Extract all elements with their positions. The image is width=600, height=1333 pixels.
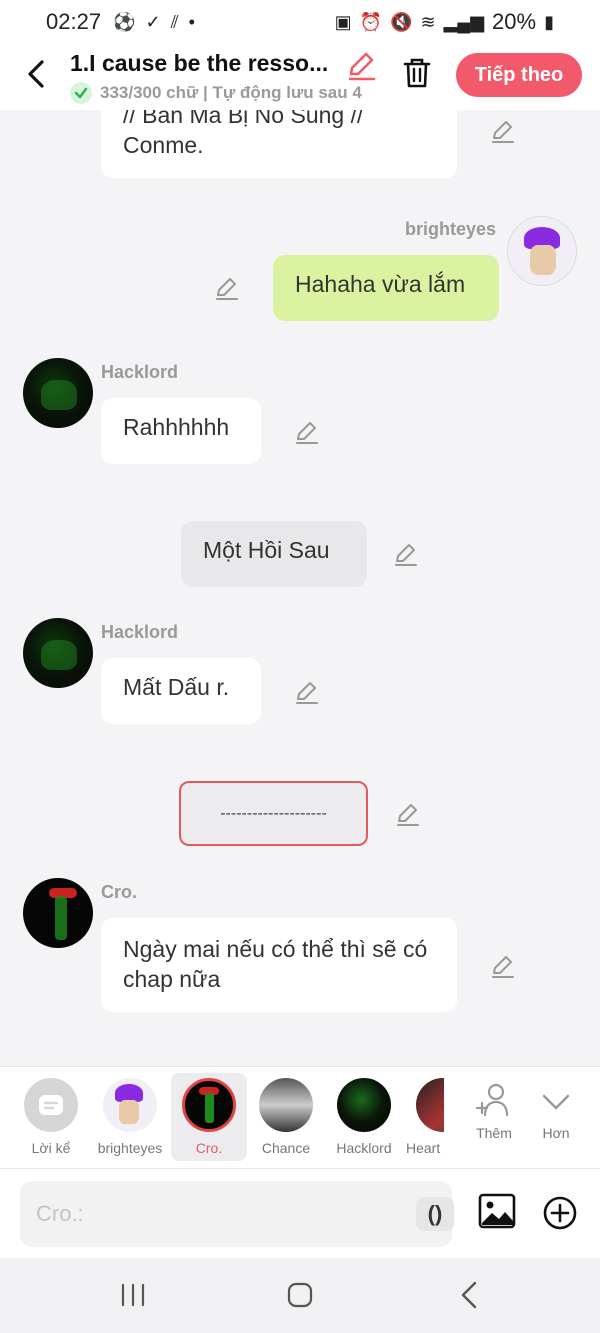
message-bubble[interactable]: Mất Dấu r. bbox=[101, 658, 261, 724]
message-bubble[interactable]: Rahhhhhh bbox=[101, 398, 261, 464]
home-icon[interactable] bbox=[285, 1280, 315, 1310]
battery-icon: ▮ bbox=[544, 11, 554, 32]
image-icon[interactable] bbox=[478, 1193, 516, 1229]
pencil-icon[interactable] bbox=[214, 275, 240, 301]
character-label: Lời kể bbox=[31, 1140, 71, 1156]
author-name: Hacklord bbox=[101, 622, 179, 642]
character-label: Heart bbox=[406, 1140, 441, 1156]
character-chance[interactable]: Chance bbox=[248, 1073, 324, 1161]
word-count-text: 333/300 chữ | Tự động lưu sau 4 bbox=[100, 83, 362, 102]
trash-icon bbox=[403, 58, 431, 88]
author-name: Cro. bbox=[101, 882, 137, 902]
author-name: Hacklord bbox=[101, 362, 179, 382]
avatar[interactable] bbox=[23, 618, 93, 688]
action-paren-button[interactable]: () bbox=[416, 1197, 454, 1231]
pencil-icon[interactable] bbox=[490, 118, 516, 144]
soccer-icon: ⚽ bbox=[113, 11, 136, 32]
system-icons: ▣ ⏰ 🔇 ≋ ▂▄▆ 20% ▮ bbox=[335, 9, 554, 35]
system-nav-bar bbox=[0, 1258, 600, 1333]
narrator-icon bbox=[24, 1078, 78, 1132]
battery-percent: 20% bbox=[492, 9, 537, 34]
saved-check-icon bbox=[70, 82, 92, 104]
next-button[interactable]: Tiếp theo bbox=[456, 53, 582, 97]
word-count-status: 333/300 chữ | Tự động lưu sau 4 bbox=[70, 82, 370, 104]
character-selector: Lời kể brighteyes Cro. Chance Hacklord H… bbox=[0, 1066, 600, 1168]
avatar bbox=[103, 1078, 157, 1132]
back-nav-icon[interactable] bbox=[455, 1280, 485, 1310]
character-label: Thêm bbox=[476, 1125, 512, 1141]
chevron-down-icon bbox=[542, 1094, 570, 1110]
pencil-icon[interactable] bbox=[395, 801, 421, 827]
author-name: brighteyes bbox=[405, 219, 497, 239]
avatar[interactable] bbox=[507, 216, 577, 286]
mute-icon: 🔇 bbox=[390, 11, 413, 32]
alarm-icon: ⏰ bbox=[359, 11, 383, 32]
editor-header: 1.I cause be the resso... 333/300 chữ | … bbox=[0, 44, 600, 110]
scene-divider[interactable]: -------------------- bbox=[179, 781, 368, 846]
status-time: 02:27 bbox=[46, 9, 102, 34]
message-line: Conme. bbox=[123, 132, 204, 158]
message-bubble[interactable]: // Bản Mã Bị Nổ Súng // Conme. bbox=[101, 110, 457, 178]
character-label: brighteyes bbox=[97, 1140, 163, 1156]
signal-icon: ▂▄▆ bbox=[443, 11, 485, 32]
wifi-icon: ≋ bbox=[420, 11, 436, 32]
character-label: Chance bbox=[261, 1140, 311, 1156]
character-brighteyes[interactable]: brighteyes bbox=[92, 1073, 168, 1161]
message-line: // Bản Mã Bị Nổ Súng // bbox=[123, 110, 364, 128]
back-button[interactable] bbox=[18, 56, 54, 92]
avatar bbox=[337, 1078, 391, 1132]
message-input-box[interactable]: () bbox=[20, 1181, 454, 1247]
story-title[interactable]: 1.I cause be the resso... bbox=[70, 50, 340, 77]
pencil-icon[interactable] bbox=[294, 679, 320, 705]
notification-icons: ⚽ ✓ ⫽ • bbox=[113, 12, 195, 33]
character-label: Cro. bbox=[195, 1140, 223, 1156]
character-narrator[interactable]: Lời kể bbox=[13, 1073, 89, 1161]
delete-button[interactable] bbox=[400, 56, 434, 95]
avatar bbox=[259, 1078, 313, 1132]
character-heart[interactable]: Heart bbox=[404, 1073, 444, 1161]
more-button[interactable]: Hơn bbox=[518, 1073, 594, 1161]
pencil-icon[interactable] bbox=[294, 419, 320, 445]
avatar bbox=[182, 1078, 236, 1132]
character-label: Hơn bbox=[542, 1125, 570, 1141]
message-bubble[interactable]: Ngày mai nếu có thể thì sẽ có chap nữa bbox=[101, 918, 457, 1012]
avatar bbox=[416, 1078, 444, 1132]
recent-apps-icon[interactable] bbox=[118, 1280, 148, 1310]
pencil-icon[interactable] bbox=[490, 953, 516, 979]
nfc-icon: ▣ bbox=[334, 11, 352, 32]
message-bubble[interactable]: Hahaha vừa lắm bbox=[273, 255, 499, 321]
compose-bar: () bbox=[0, 1168, 600, 1258]
chat-area[interactable]: // Bản Mã Bị Nổ Súng // Conme. brighteye… bbox=[0, 110, 600, 1066]
chevron-left-icon bbox=[28, 60, 44, 88]
check-icon: ✓ bbox=[145, 11, 161, 32]
character-cro-selected[interactable]: Cro. bbox=[171, 1073, 247, 1161]
edit-title-button[interactable] bbox=[345, 50, 377, 87]
character-label: Hacklord bbox=[336, 1140, 392, 1156]
dot-icon: • bbox=[188, 11, 195, 32]
pencil-icon bbox=[348, 52, 376, 81]
narration-bubble[interactable]: Một Hồi Sau bbox=[181, 521, 367, 587]
wifi-calling-icon: ⫽ bbox=[170, 11, 179, 32]
add-user-icon bbox=[475, 1083, 509, 1117]
add-circle-icon[interactable] bbox=[542, 1195, 578, 1231]
status-bar: 02:27 ⚽ ✓ ⫽ • ▣ ⏰ 🔇 ≋ ▂▄▆ 20% ▮ bbox=[0, 0, 600, 44]
character-hacklord[interactable]: Hacklord bbox=[326, 1073, 402, 1161]
avatar[interactable] bbox=[23, 358, 93, 428]
avatar[interactable] bbox=[23, 878, 93, 948]
message-input[interactable] bbox=[36, 1197, 396, 1231]
divider-text: -------------------- bbox=[220, 804, 327, 822]
pencil-icon[interactable] bbox=[393, 541, 419, 567]
